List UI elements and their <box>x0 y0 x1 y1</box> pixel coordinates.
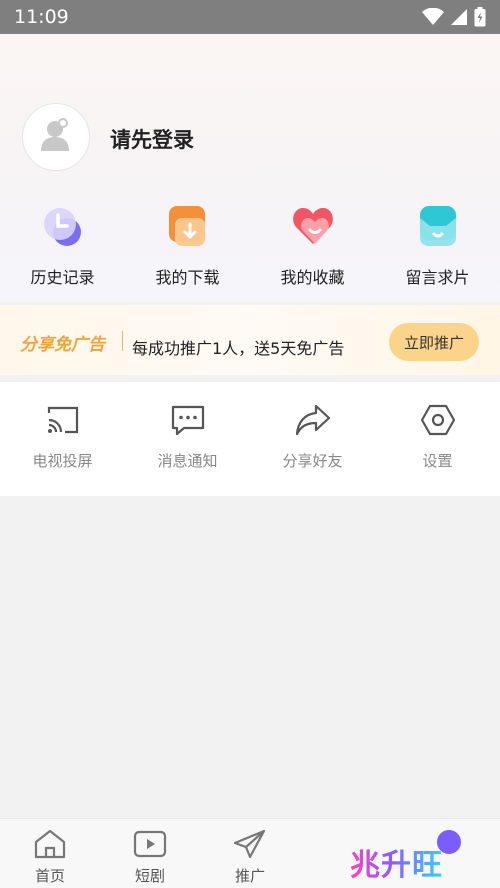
home-icon <box>33 829 67 863</box>
watermark-text: 兆升旺 <box>350 840 443 884</box>
nav-promote[interactable]: 推广 <box>200 819 300 888</box>
nav-label: 首页 <box>34 867 65 885</box>
message-bubble-icon <box>170 404 206 436</box>
tool-notifications[interactable]: 消息通知 <box>125 382 250 496</box>
quick-action-label: 我的收藏 <box>280 268 345 287</box>
share-icon <box>295 404 331 436</box>
message-icon <box>416 204 460 248</box>
quick-action-favorite[interactable]: 我的收藏 <box>250 204 375 294</box>
favorite-icon <box>291 204 335 248</box>
promote-now-button[interactable]: 立即推广 <box>389 323 479 361</box>
status-time: 11:09 <box>14 6 69 28</box>
nav-short-drama[interactable]: 短剧 <box>100 819 200 888</box>
watermark: 兆升旺 <box>340 826 490 886</box>
nav-label: 推广 <box>234 867 265 885</box>
play-icon <box>133 829 167 863</box>
quick-action-label: 历史记录 <box>30 268 95 287</box>
quick-action-label: 留言求片 <box>405 268 470 287</box>
tool-label: 分享好友 <box>282 452 343 470</box>
tool-label: 设置 <box>422 452 453 470</box>
quick-action-message[interactable]: 留言求片 <box>375 204 500 294</box>
tool-settings[interactable]: 设置 <box>375 382 500 496</box>
tool-label: 电视投屏 <box>32 452 93 470</box>
status-bar: 11:09 <box>0 0 500 34</box>
send-icon <box>233 829 267 863</box>
tool-label: 消息通知 <box>157 452 218 470</box>
settings-icon <box>420 404 456 436</box>
cast-icon <box>45 404 81 436</box>
history-icon <box>41 204 85 248</box>
quick-action-label: 我的下载 <box>155 268 220 287</box>
promo-title: 分享免广告 <box>20 335 105 355</box>
profile-header: 请先登录 历史记录 我的下载 我的收藏 留言求片 <box>0 34 500 302</box>
status-icons <box>422 7 486 27</box>
tool-tv-cast[interactable]: 电视投屏 <box>0 382 125 496</box>
tool-share[interactable]: 分享好友 <box>250 382 375 496</box>
promo-banner[interactable]: 分享免广告 每成功推广1人，送5天免广告 立即推广 <box>0 305 500 375</box>
download-icon <box>166 204 210 248</box>
login-prompt[interactable]: 请先登录 <box>110 124 194 154</box>
tools-row: 电视投屏 消息通知 分享好友 设置 <box>0 382 500 496</box>
nav-label: 短剧 <box>134 867 165 885</box>
quick-actions: 历史记录 我的下载 我的收藏 留言求片 <box>0 204 500 294</box>
quick-action-download[interactable]: 我的下载 <box>125 204 250 294</box>
promo-description: 每成功推广1人，送5天免广告 <box>132 339 345 358</box>
signal-icon <box>450 8 468 26</box>
promo-divider <box>122 331 123 351</box>
avatar[interactable] <box>22 103 90 171</box>
quick-action-history[interactable]: 历史记录 <box>0 204 125 294</box>
nav-home[interactable]: 首页 <box>0 819 100 888</box>
user-icon <box>36 115 76 159</box>
wifi-icon <box>422 8 444 26</box>
battery-icon <box>474 7 486 27</box>
